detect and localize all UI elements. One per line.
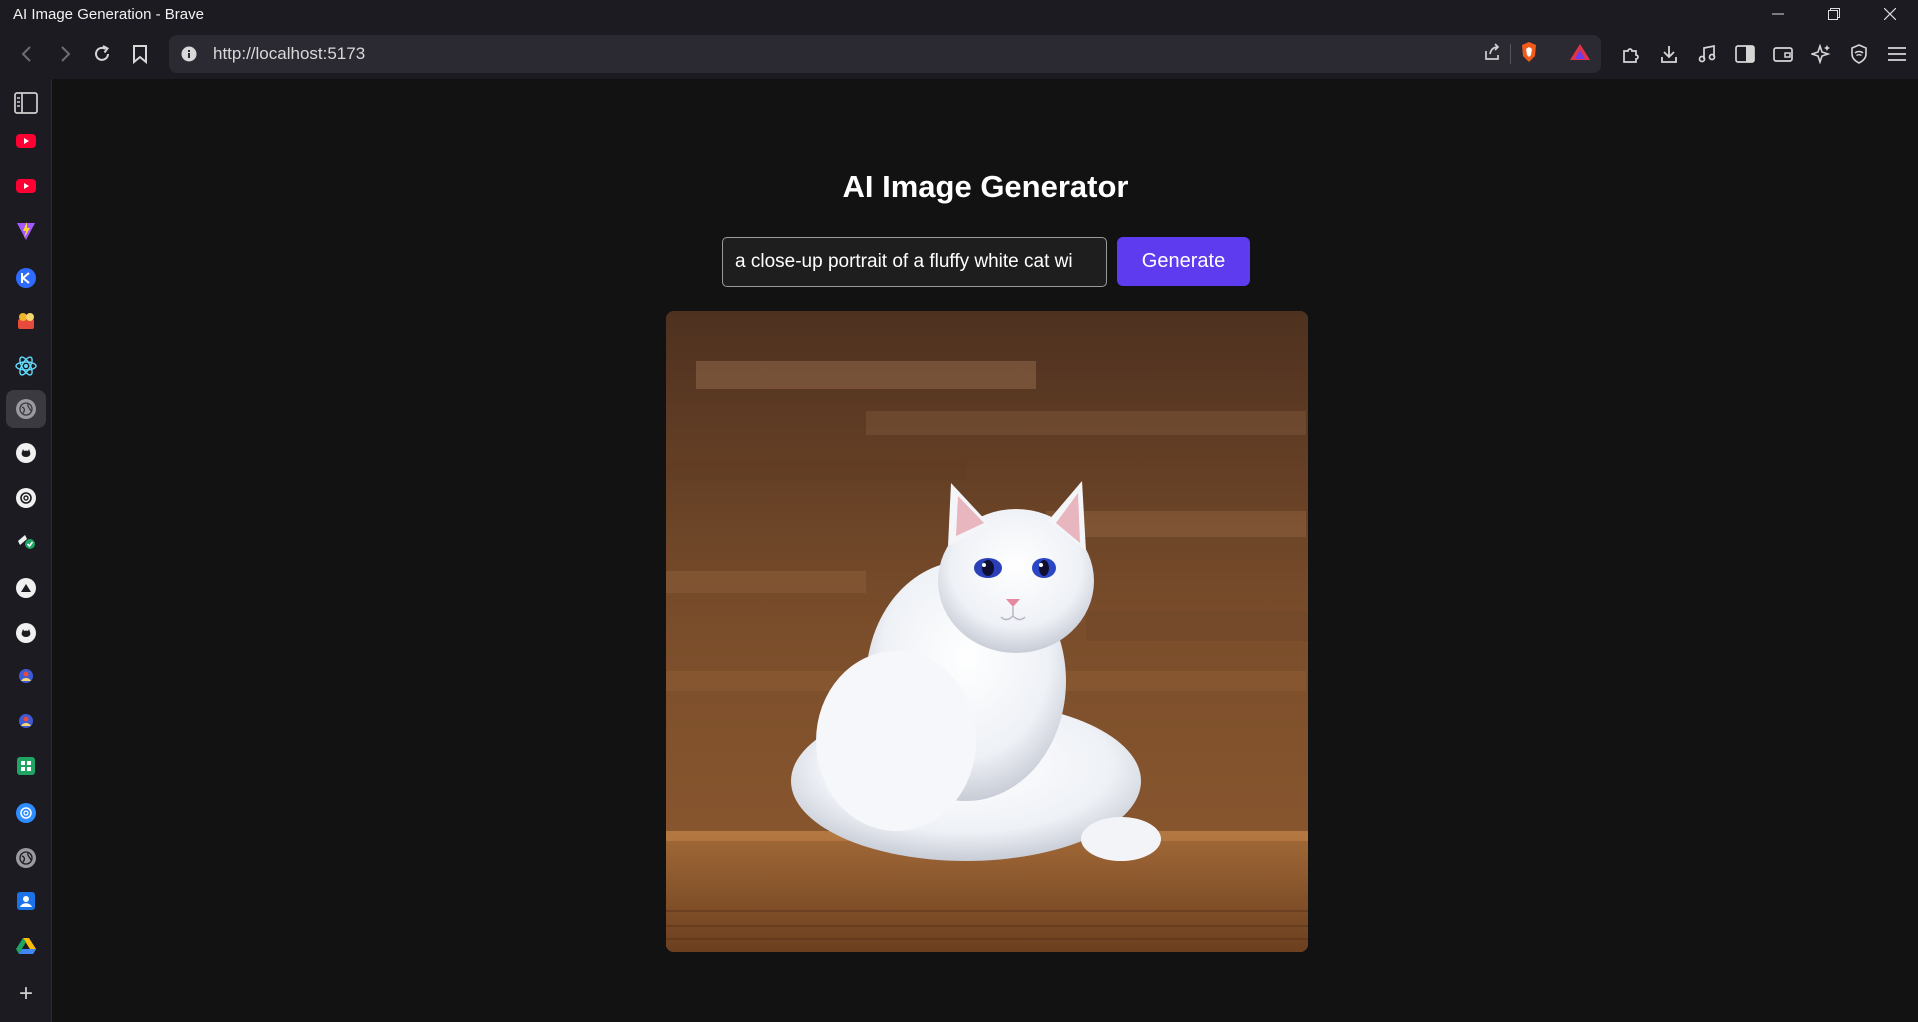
wallet-icon[interactable]	[1764, 35, 1802, 73]
prompt-input[interactable]	[722, 237, 1107, 287]
sidebar-item-youtube-1[interactable]	[6, 124, 46, 162]
sidebar-add-label: +	[18, 980, 33, 1007]
youtube-icon	[16, 178, 36, 198]
music-icon[interactable]	[1688, 35, 1726, 73]
forward-arrow-icon[interactable]	[46, 35, 84, 73]
browser-toolbar: http://localhost:5173	[0, 28, 1918, 79]
sheets-icon	[17, 756, 35, 780]
window-title: AI Image Generation - Brave	[13, 5, 204, 23]
sidebar-item-globe-active[interactable]	[6, 390, 46, 428]
chatgpt-icon	[16, 803, 36, 823]
url-text[interactable]: http://localhost:5173	[209, 44, 1482, 64]
sidebar-toggle-icon[interactable]	[1726, 35, 1764, 73]
contacts-icon	[17, 891, 35, 915]
sidebar-item-vercel[interactable]	[6, 569, 46, 607]
sidebar-item-profile-1[interactable]	[6, 659, 46, 697]
sidebar-item-drive[interactable]	[6, 929, 46, 967]
panel-toggle-icon	[14, 91, 38, 119]
sidebar-item-youtube-2[interactable]	[6, 169, 46, 207]
sidebar-item-contacts[interactable]	[6, 884, 46, 922]
sidebar-item-settings-check[interactable]	[6, 524, 46, 562]
sidebar-item-openai[interactable]	[6, 479, 46, 517]
vpn-shield-icon[interactable]	[1840, 35, 1878, 73]
drive-icon	[16, 937, 36, 960]
kotlin-icon	[16, 268, 36, 288]
back-arrow-icon[interactable]	[8, 35, 46, 73]
profile-icon	[18, 668, 34, 689]
sidebar-item-vite[interactable]	[6, 214, 46, 252]
sidebar-item-toy[interactable]	[6, 304, 46, 342]
profile-icon	[18, 713, 34, 734]
sidebar-item-profile-2[interactable]	[6, 704, 46, 742]
site-info-icon[interactable]	[169, 46, 209, 62]
sidebar-item-globe[interactable]	[6, 839, 46, 877]
page-title: AI Image Generator	[842, 169, 1129, 204]
sidebar-panel-toggle[interactable]	[6, 86, 46, 124]
globe-icon	[16, 848, 36, 868]
share-icon[interactable]	[1482, 42, 1502, 67]
reload-icon[interactable]	[83, 35, 121, 73]
menu-icon[interactable]	[1878, 35, 1916, 73]
sidebar-item-kotlin[interactable]	[6, 259, 46, 297]
sidebar-item-sheets[interactable]	[6, 749, 46, 787]
extensions-icon[interactable]	[1612, 35, 1650, 73]
brave-shields-icon[interactable]	[1519, 41, 1539, 68]
sidebar-item-github-2[interactable]	[6, 614, 46, 652]
toy-icon	[15, 311, 37, 336]
vercel-icon	[16, 578, 36, 598]
browser-sidebar: +	[0, 79, 52, 1022]
youtube-icon	[16, 133, 36, 153]
minimize-icon[interactable]	[1750, 0, 1806, 28]
sidebar-item-react[interactable]	[6, 349, 46, 387]
close-icon[interactable]	[1862, 0, 1918, 28]
bookmark-icon[interactable]	[121, 35, 159, 73]
sidebar-add-button[interactable]: +	[6, 975, 46, 1013]
page-content: AI Image Generator Generate	[53, 79, 1918, 1022]
window-titlebar: AI Image Generation - Brave	[0, 0, 1918, 28]
sidebar-item-chatgpt[interactable]	[6, 794, 46, 832]
github-icon	[16, 443, 36, 463]
divider	[1510, 44, 1511, 64]
sidebar-item-github-1[interactable]	[6, 434, 46, 472]
brave-rewards-icon[interactable]	[1569, 42, 1591, 67]
download-icon[interactable]	[1650, 35, 1688, 73]
openai-icon	[16, 488, 36, 508]
generate-button[interactable]: Generate	[1117, 237, 1250, 286]
settings-check-icon	[15, 531, 37, 556]
generated-image	[666, 311, 1308, 952]
globe-icon	[16, 399, 36, 419]
address-bar[interactable]: http://localhost:5173	[169, 35, 1601, 73]
react-icon	[15, 355, 37, 381]
leo-ai-icon[interactable]	[1802, 35, 1840, 73]
github-icon	[16, 623, 36, 643]
restore-icon[interactable]	[1806, 0, 1862, 28]
vite-icon	[16, 221, 36, 246]
